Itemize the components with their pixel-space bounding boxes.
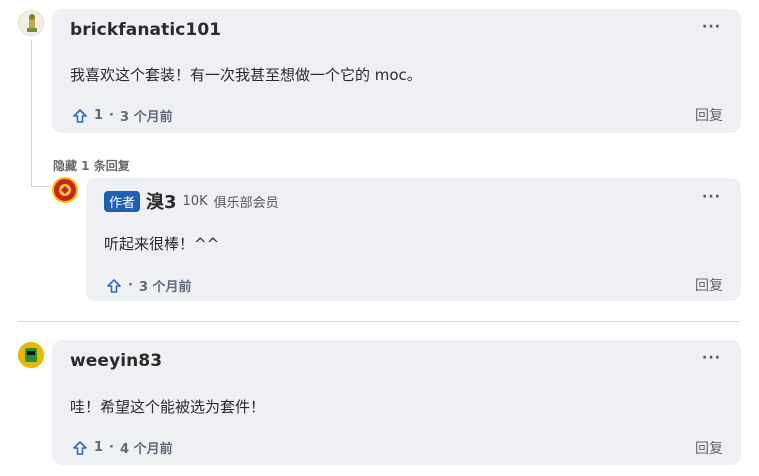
comment-author[interactable]: weeyin83 (70, 351, 162, 371)
comment-card: weeyin83 ··· 哇！希望这个能被选为套件！ 1 · 4 个月前 回复 (52, 340, 741, 465)
upvote-arrow-icon[interactable] (106, 278, 122, 294)
comment-footer: 1 · 3 个月前 (72, 106, 173, 125)
avatar-brickfanatic101[interactable] (18, 10, 44, 36)
comment-text: 我喜欢这个套装！有一次我甚至想做一个它的 moc。 (70, 66, 422, 84)
upvote-arrow-icon[interactable] (72, 108, 88, 124)
reply-button[interactable]: 回复 (695, 275, 723, 295)
comment-footer: 1 · 4 个月前 (72, 438, 173, 457)
reply-text: 听起来很棒！^^ (104, 235, 220, 253)
member-count: 10K (182, 193, 208, 209)
vote-count: 1 (94, 108, 104, 123)
comment-timestamp: 4 个月前 (120, 442, 173, 457)
more-options-button[interactable]: ··· (702, 19, 721, 35)
upvote-arrow-icon[interactable] (72, 440, 88, 456)
reply-card: 作者 溴3 10K 俱乐部会员 ··· 听起来很棒！^^ · 3 个月前 回复 (86, 178, 741, 301)
comment-text: 哇！希望这个能被选为套件！ (70, 398, 266, 416)
avatar-weeyin83[interactable] (18, 342, 44, 368)
more-options-button[interactable]: ··· (702, 350, 721, 366)
comment-divider (18, 321, 740, 322)
member-label: 俱乐部会员 (213, 195, 279, 211)
op-badge: 作者 (104, 190, 141, 212)
comment-timestamp: 3 个月前 (120, 110, 173, 125)
avatar-reply-author[interactable] (52, 177, 78, 203)
more-options-button[interactable]: ··· (702, 189, 721, 205)
thread-line (31, 40, 32, 187)
comment-card: brickfanatic101 ··· 我喜欢这个套装！有一次我甚至想做一个它的… (52, 9, 741, 133)
separator-dot: · (109, 440, 114, 455)
separator-dot: · (128, 278, 133, 293)
reply-author[interactable]: 溴3 (146, 188, 177, 214)
comment-author[interactable]: brickfanatic101 (70, 20, 221, 40)
reply-timestamp: 3 个月前 (138, 280, 192, 295)
separator-dot: · (109, 108, 114, 123)
thread-connector (31, 186, 51, 187)
hide-replies-link[interactable]: 隐藏 1 条回复 (53, 157, 130, 174)
reply-author-row: 作者 溴3 10K 俱乐部会员 (104, 188, 279, 214)
reply-footer: · 3 个月前 (106, 276, 192, 295)
reply-button[interactable]: 回复 (695, 105, 723, 125)
reply-button[interactable]: 回复 (695, 438, 723, 458)
vote-count: 1 (94, 440, 104, 455)
